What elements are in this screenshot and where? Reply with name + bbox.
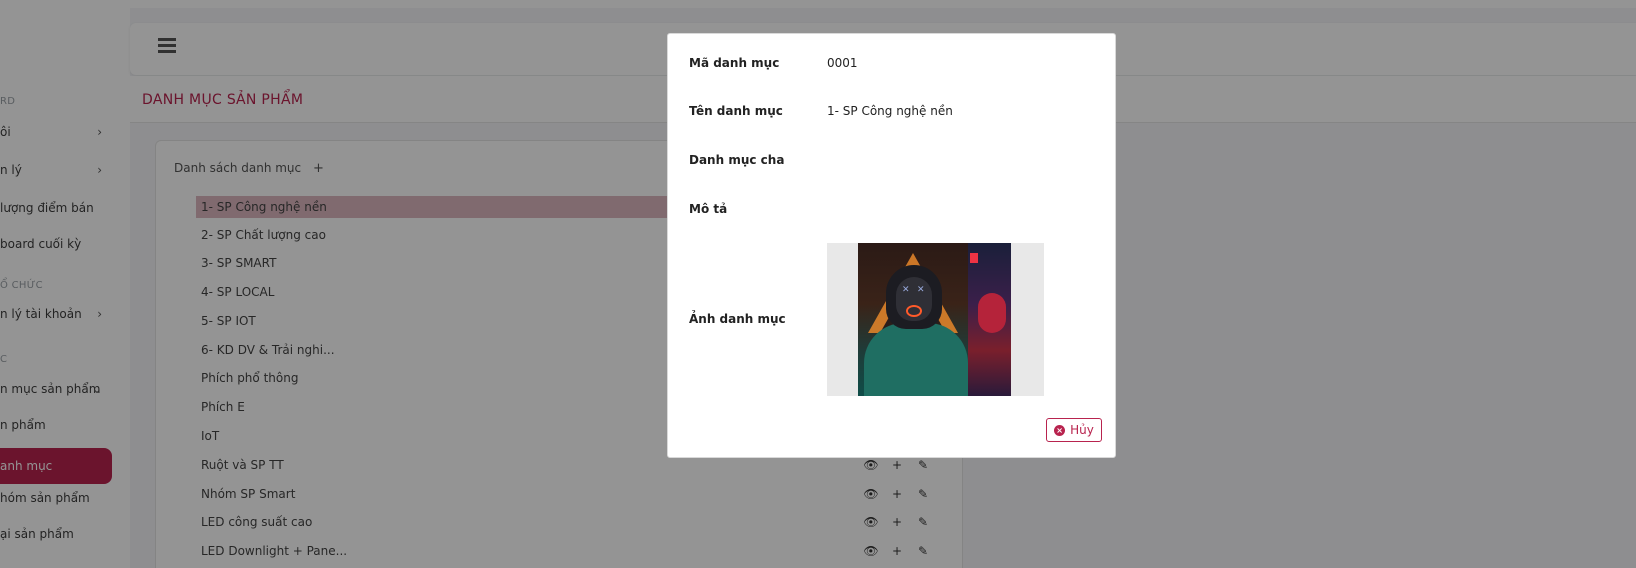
code-value: 0001	[827, 56, 858, 70]
description-label: Mô tả	[689, 202, 728, 216]
parent-category-label: Danh mục cha	[689, 153, 785, 167]
category-image: ✕ ✕	[827, 243, 1044, 396]
category-image-side	[968, 243, 1011, 396]
name-value: 1- SP Công nghệ nền	[827, 104, 953, 118]
name-label: Tên danh mục	[689, 104, 783, 118]
cancel-button[interactable]: × Hủy	[1046, 418, 1102, 442]
category-image-main: ✕ ✕	[858, 243, 968, 396]
category-image-label: Ảnh danh mục	[689, 312, 786, 326]
cancel-button-label: Hủy	[1070, 423, 1094, 437]
close-circle-icon: ×	[1054, 424, 1066, 436]
category-detail-modal: Mã danh mục 0001 Tên danh mục 1- SP Công…	[667, 33, 1116, 458]
code-label: Mã danh mục	[689, 56, 780, 70]
